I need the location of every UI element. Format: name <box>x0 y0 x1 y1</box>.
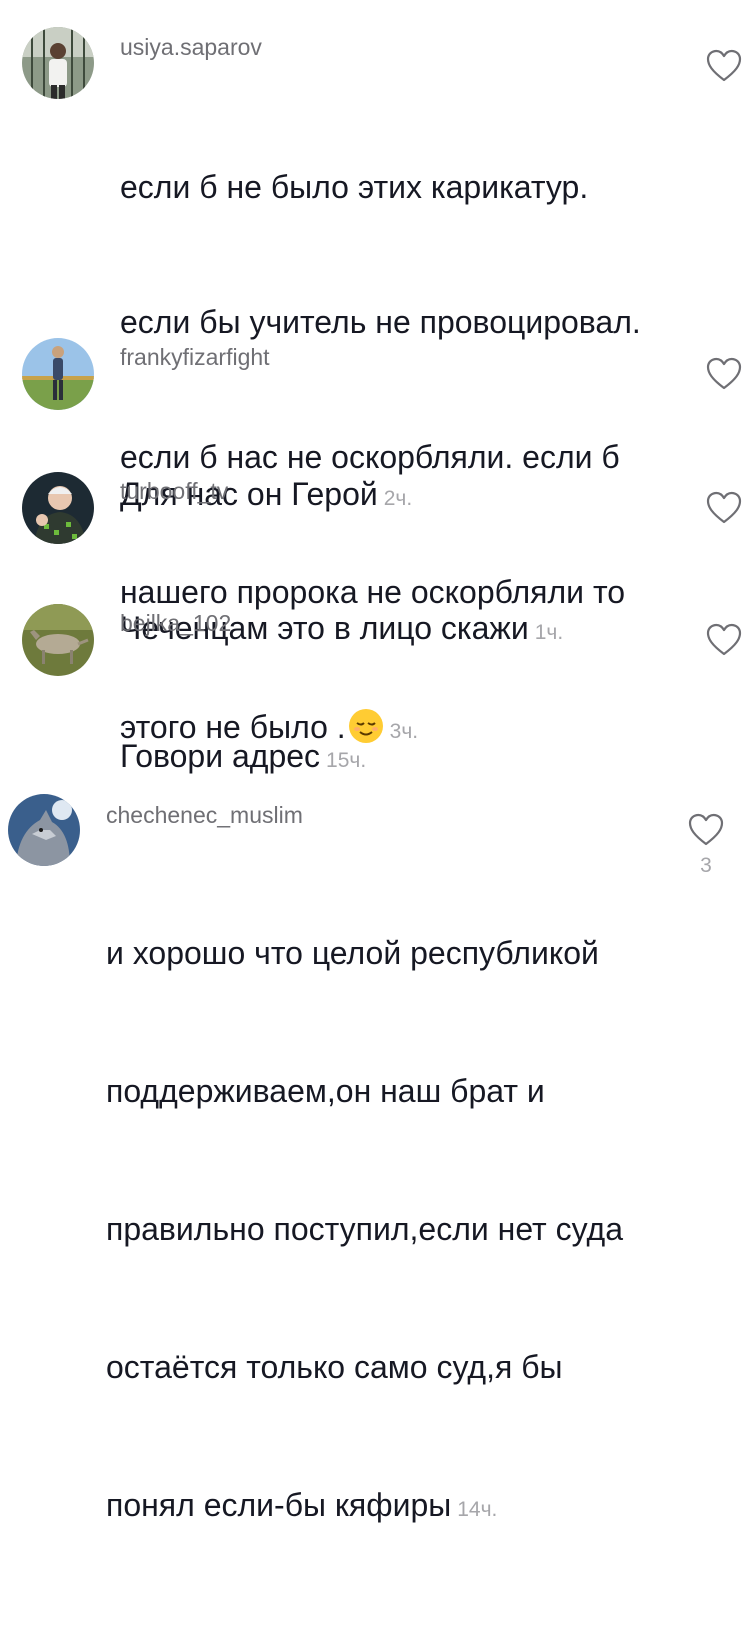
comment-username[interactable]: usiya.saparov <box>120 34 262 61</box>
comment-line: остаётся только само суд,я бы <box>106 1349 563 1385</box>
comment-item: bejlka_102 Говори адрес 15ч. <box>0 588 756 774</box>
comment-item: turbooff_tv Чеченцам это в лицо скажи 1ч. <box>0 454 756 646</box>
comment-line: поддерживаем,он наш брат и <box>106 1073 545 1109</box>
like-button[interactable] <box>704 620 744 660</box>
avatar[interactable] <box>22 338 94 410</box>
like-button[interactable] <box>704 354 744 394</box>
comment-username[interactable]: frankyfizarfight <box>120 344 270 371</box>
avatar[interactable] <box>22 472 94 544</box>
heart-outline-icon <box>706 623 742 656</box>
comment-username[interactable]: turbooff_tv <box>120 478 228 505</box>
comment-text: и хорошо что целой республикой поддержив… <box>106 838 623 1625</box>
comment-line: Говори адрес <box>120 738 321 774</box>
comment-time: 14ч. <box>457 1498 498 1521</box>
comment-line: и хорошо что целой республикой <box>106 935 599 971</box>
comment-item: usiya.saparov если б не было этих карика… <box>0 0 756 745</box>
heart-outline-icon <box>706 491 742 524</box>
heart-outline-icon <box>706 357 742 390</box>
like-button[interactable] <box>704 488 744 528</box>
heart-outline-icon <box>688 813 724 846</box>
comment-username[interactable]: chechenec_muslim <box>106 802 303 829</box>
avatar[interactable] <box>22 604 94 676</box>
heart-outline-icon <box>706 49 742 82</box>
comment-item: chechenec_muslim и хорошо что целой респ… <box>0 780 756 1523</box>
comment-line: понял если-бы кяфиры <box>106 1487 452 1523</box>
like-button[interactable] <box>704 46 744 86</box>
comment-item: frankyfizarfight Для нас он Герой 2ч. <box>0 320 756 512</box>
avatar[interactable] <box>22 27 94 99</box>
comment-time: 15ч. <box>326 749 367 772</box>
comment-line: правильно поступил,если нет суда <box>106 1211 623 1247</box>
like-button[interactable] <box>686 810 726 850</box>
comment-username[interactable]: bejlka_102 <box>120 610 231 637</box>
like-count: 3 <box>700 854 712 877</box>
comment-line: если б не было этих карикатур. <box>120 169 589 205</box>
avatar[interactable] <box>8 794 80 866</box>
